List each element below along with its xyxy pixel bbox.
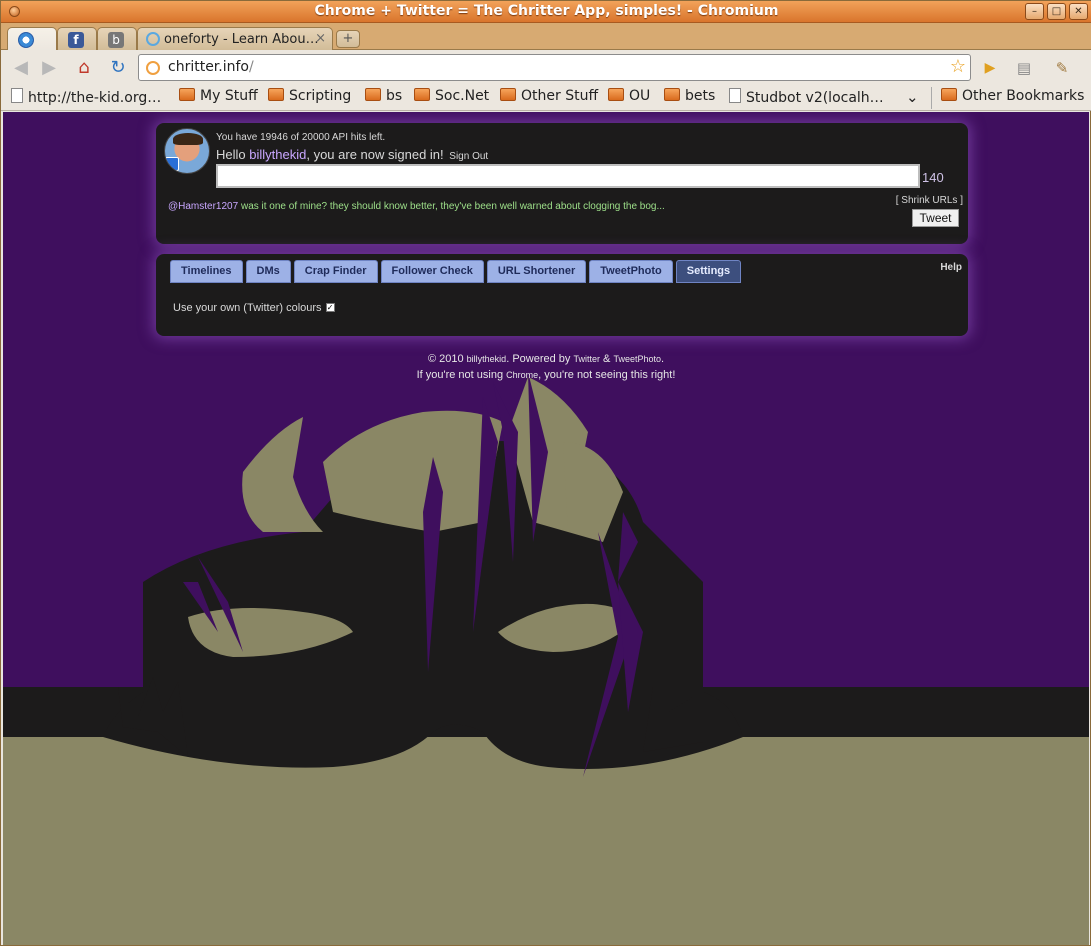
tweet-input[interactable]	[216, 164, 920, 188]
window-title: Chrome + Twitter = The Chritter App, sim…	[314, 3, 779, 19]
tab-dms[interactable]: DMs	[245, 260, 291, 283]
tab-url-shortener[interactable]: URL Shortener	[486, 260, 587, 283]
avatar-badge-icon	[165, 157, 179, 171]
other-bookmarks[interactable]: Other Bookmarks	[941, 88, 1084, 108]
avatar-hair	[173, 133, 203, 145]
bookmark-folder[interactable]: bets	[664, 88, 715, 108]
tweetphoto-link[interactable]: TweetPhoto	[613, 354, 661, 364]
tab-facebook[interactable]: f	[57, 27, 97, 50]
tab-strip: f b oneforty - Learn Abou… × +	[1, 23, 1091, 51]
twitter-link[interactable]: Twitter	[573, 354, 600, 364]
folder-icon	[179, 88, 195, 101]
b-icon: b	[108, 32, 124, 48]
back-icon[interactable]: ◀	[10, 58, 32, 78]
avatar[interactable]	[164, 128, 210, 174]
signed-in-message: Hello billythekid, you are now signed in…	[216, 147, 489, 162]
tab-oneforty[interactable]: oneforty - Learn Abou… ×	[137, 27, 333, 50]
api-hits-text: You have 19946 of 20000 API hits left.	[216, 132, 386, 143]
author-link[interactable]: billythekid	[467, 354, 507, 364]
bookmark-folder[interactable]: Other Stuff	[500, 88, 598, 108]
minimize-button[interactable]: –	[1025, 3, 1044, 20]
title-bar: Chrome + Twitter = The Chritter App, sim…	[1, 1, 1091, 23]
tab-crap-finder[interactable]: Crap Finder	[293, 260, 378, 283]
folder-icon	[664, 88, 680, 101]
mention-link[interactable]: @Hamster1207	[168, 201, 238, 212]
address-bar[interactable]: chritter.info/ ☆	[138, 54, 971, 81]
footer-browser-note: If you're not using Chrome, you're not s…	[416, 369, 676, 381]
bookmark-folder[interactable]: Soc.Net	[414, 88, 489, 108]
footer-credits: © 2010 billythekid. Powered by Twitter &…	[427, 353, 665, 365]
maximize-button[interactable]: □	[1047, 3, 1066, 20]
chrome-link[interactable]: Chrome	[506, 370, 538, 380]
page-menu-icon[interactable]: ▤	[1013, 58, 1035, 78]
tab-follower-check[interactable]: Follower Check	[380, 260, 484, 283]
setting-own-colours: Use your own (Twitter) colours ✓	[173, 302, 335, 314]
settings-panel: Timelines DMs Crap Finder Follower Check…	[156, 254, 968, 336]
url-text: chritter.info/	[168, 59, 254, 75]
tab-b[interactable]: b	[97, 27, 137, 50]
loading-icon	[146, 32, 160, 46]
folder-icon	[608, 88, 624, 101]
bookmark-item[interactable]: http://the-kid.org…	[11, 88, 161, 108]
own-colours-checkbox[interactable]: ✓	[325, 303, 335, 312]
last-tweet: @Hamster1207 was it one of mine? they sh…	[168, 201, 665, 212]
bookmark-item[interactable]: Studbot v2(localh…	[729, 88, 884, 108]
tab-title: oneforty - Learn Abou…	[164, 32, 319, 47]
bookmark-folder[interactable]: My Stuff	[179, 88, 258, 108]
app-tabs: Timelines DMs Crap Finder Follower Check…	[170, 260, 742, 283]
bookmarks-separator	[931, 87, 932, 109]
folder-icon	[941, 88, 957, 101]
tab-tweetphoto[interactable]: TweetPhoto	[589, 260, 673, 283]
play-icon[interactable]: ▶	[979, 58, 1001, 78]
shrink-urls-link[interactable]: [ Shrink URLs ]	[896, 195, 963, 206]
chrome-icon	[18, 32, 34, 48]
tab-chritter[interactable]	[7, 27, 57, 51]
bookmarks-bar: http://the-kid.org… My Stuff Scripting b…	[1, 85, 1091, 111]
bookmark-folder[interactable]: Scripting	[268, 88, 351, 108]
tweet-panel: You have 19946 of 20000 API hits left. H…	[156, 123, 968, 244]
folder-icon	[414, 88, 430, 101]
setting-label: Use your own (Twitter) colours	[173, 302, 322, 314]
bookmark-folder[interactable]: OU	[608, 88, 650, 108]
username-link[interactable]: billythekid	[249, 147, 306, 162]
reload-icon[interactable]: ↻	[107, 58, 129, 78]
bookmarks-overflow-chevron-icon[interactable]: ⌄	[906, 88, 919, 108]
bookmark-folder[interactable]: bs	[365, 88, 402, 108]
home-icon[interactable]: ⌂	[73, 58, 95, 78]
tweet-button[interactable]: Tweet	[912, 209, 959, 227]
close-button[interactable]: ✕	[1069, 3, 1088, 20]
toolbar: ◀ ▶ ⌂ ↻ chritter.info/ ☆ ▶ ▤ ✎	[1, 50, 1091, 85]
folder-icon	[268, 88, 284, 101]
help-link[interactable]: Help	[940, 262, 962, 273]
browser-window: Chrome + Twitter = The Chritter App, sim…	[0, 0, 1091, 946]
tab-settings[interactable]: Settings	[675, 260, 742, 283]
page-icon	[11, 88, 23, 103]
char-count: 140	[922, 170, 944, 185]
tab-close-icon[interactable]: ×	[315, 31, 326, 46]
sign-out-link[interactable]: Sign Out	[449, 151, 488, 162]
site-icon	[146, 61, 160, 75]
tab-timelines[interactable]: Timelines	[170, 260, 243, 283]
facebook-icon: f	[68, 32, 84, 48]
page-icon	[729, 88, 741, 103]
forward-icon[interactable]: ▶	[38, 58, 60, 78]
folder-icon	[365, 88, 381, 101]
folder-icon	[500, 88, 516, 101]
new-tab-button[interactable]: +	[336, 30, 360, 48]
wrench-icon[interactable]: ✎	[1051, 58, 1073, 78]
bookmark-star-icon[interactable]: ☆	[950, 56, 966, 77]
page-viewport: You have 19946 of 20000 API hits left. H…	[3, 112, 1089, 945]
